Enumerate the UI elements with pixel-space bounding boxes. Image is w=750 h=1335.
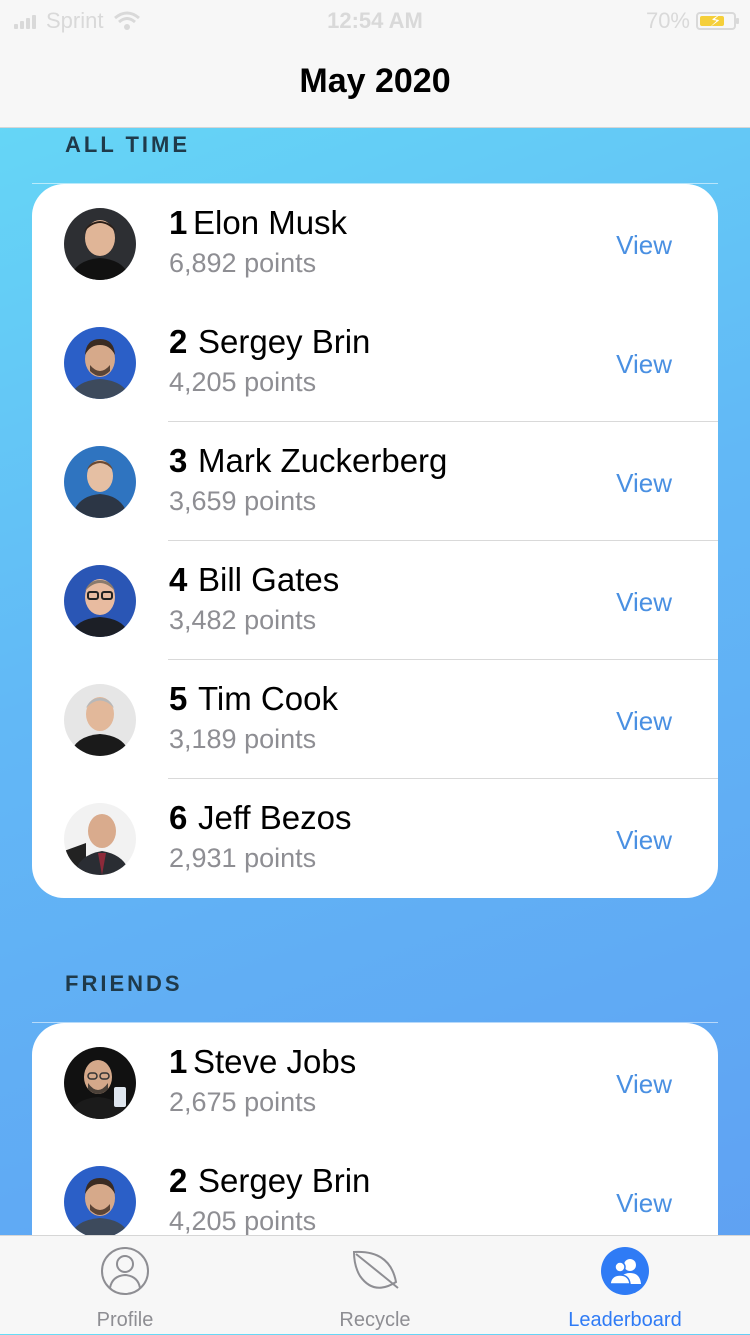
tab-recycle[interactable]: Recycle — [250, 1236, 500, 1335]
leaf-icon — [352, 1250, 399, 1289]
list-item: 2 Sergey Brin 4,205 points View — [32, 303, 718, 422]
points-label: 3,482 points — [169, 605, 317, 635]
view-button[interactable]: View — [616, 468, 672, 499]
avatar — [64, 327, 136, 399]
rank-number: 6 — [169, 799, 188, 836]
player-name: Bill Gates — [198, 561, 340, 598]
avatar — [64, 803, 136, 875]
player-name: Jeff Bezos — [198, 799, 352, 836]
avatar — [64, 565, 136, 637]
battery-icon: ⚡ — [696, 12, 739, 30]
rank-number: 4 — [169, 561, 188, 598]
status-right: 70% ⚡ — [645, 8, 739, 34]
view-button[interactable]: View — [616, 230, 672, 261]
view-button[interactable]: View — [616, 1069, 672, 1100]
points-label: 4,205 points — [169, 1206, 317, 1236]
avatar — [64, 684, 136, 756]
tab-label: Profile — [96, 1309, 154, 1331]
player-name: Tim Cook — [198, 680, 338, 717]
list-item: 3 Mark Zuckerberg 3,659 points View — [32, 422, 718, 541]
points-label: 2,675 points — [169, 1087, 317, 1117]
player-name: Sergey Brin — [198, 323, 371, 360]
tab-profile[interactable]: Profile — [0, 1236, 250, 1335]
rank-number: 2 — [169, 323, 188, 360]
list-item: 2 Sergey Brin 4,205 points View — [32, 1142, 718, 1243]
player-name: Steve Jobs — [193, 1043, 357, 1080]
view-button[interactable]: View — [616, 825, 672, 856]
rank-number: 1 — [169, 204, 188, 241]
points-label: 2,931 points — [169, 843, 317, 873]
tab-bar: Profile Recycle Leaderboard — [0, 1235, 750, 1334]
leaderboard-card-friends: 1 Steve Jobs 2,675 points View 2 Sergey … — [32, 1023, 718, 1243]
avatar — [64, 1166, 136, 1238]
nav-bar: May 2020 — [0, 40, 750, 128]
list-item: 1 Elon Musk 6,892 points View — [32, 184, 718, 303]
points-label: 4,205 points — [169, 367, 317, 397]
list-item: 1 Steve Jobs 2,675 points View — [32, 1023, 718, 1142]
clock: 12:54 AM — [327, 8, 423, 33]
points-label: 3,189 points — [169, 724, 317, 754]
tab-leaderboard[interactable]: Leaderboard — [500, 1236, 750, 1335]
view-button[interactable]: View — [616, 587, 672, 618]
player-name: Elon Musk — [193, 204, 348, 241]
view-button[interactable]: View — [616, 349, 672, 380]
leaderboard-card-all-time: 1 Elon Musk 6,892 points View 2 Sergey B… — [32, 184, 718, 898]
group-icon — [601, 1247, 649, 1295]
list-item: 6 Jeff Bezos 2,931 points View — [32, 779, 718, 898]
status-bar: Sprint 12:54 AM 70% ⚡ — [0, 0, 750, 40]
avatar — [64, 446, 136, 518]
battery-percent: 70% — [645, 8, 690, 33]
page-title: May 2020 — [299, 62, 451, 100]
rank-number: 1 — [169, 1043, 188, 1080]
points-label: 6,892 points — [169, 248, 317, 278]
player-name: Sergey Brin — [198, 1162, 371, 1199]
rank-number: 2 — [169, 1162, 188, 1199]
rank-number: 3 — [169, 442, 188, 479]
tab-label: Recycle — [339, 1309, 411, 1331]
player-name: Mark Zuckerberg — [198, 442, 448, 479]
view-button[interactable]: View — [616, 1188, 672, 1219]
avatar — [64, 1047, 136, 1119]
section-header-all-time: ALL TIME — [65, 132, 191, 157]
list-item: 5 Tim Cook 3,189 points View — [32, 660, 718, 779]
person-circle-icon — [101, 1247, 149, 1295]
section-header-friends: FRIENDS — [65, 971, 183, 996]
points-label: 3,659 points — [169, 486, 317, 516]
list-item: 4 Bill Gates 3,482 points View — [32, 541, 718, 660]
avatar — [64, 208, 136, 280]
view-button[interactable]: View — [616, 706, 672, 737]
tab-label: Leaderboard — [568, 1309, 682, 1331]
rank-number: 5 — [169, 680, 188, 717]
